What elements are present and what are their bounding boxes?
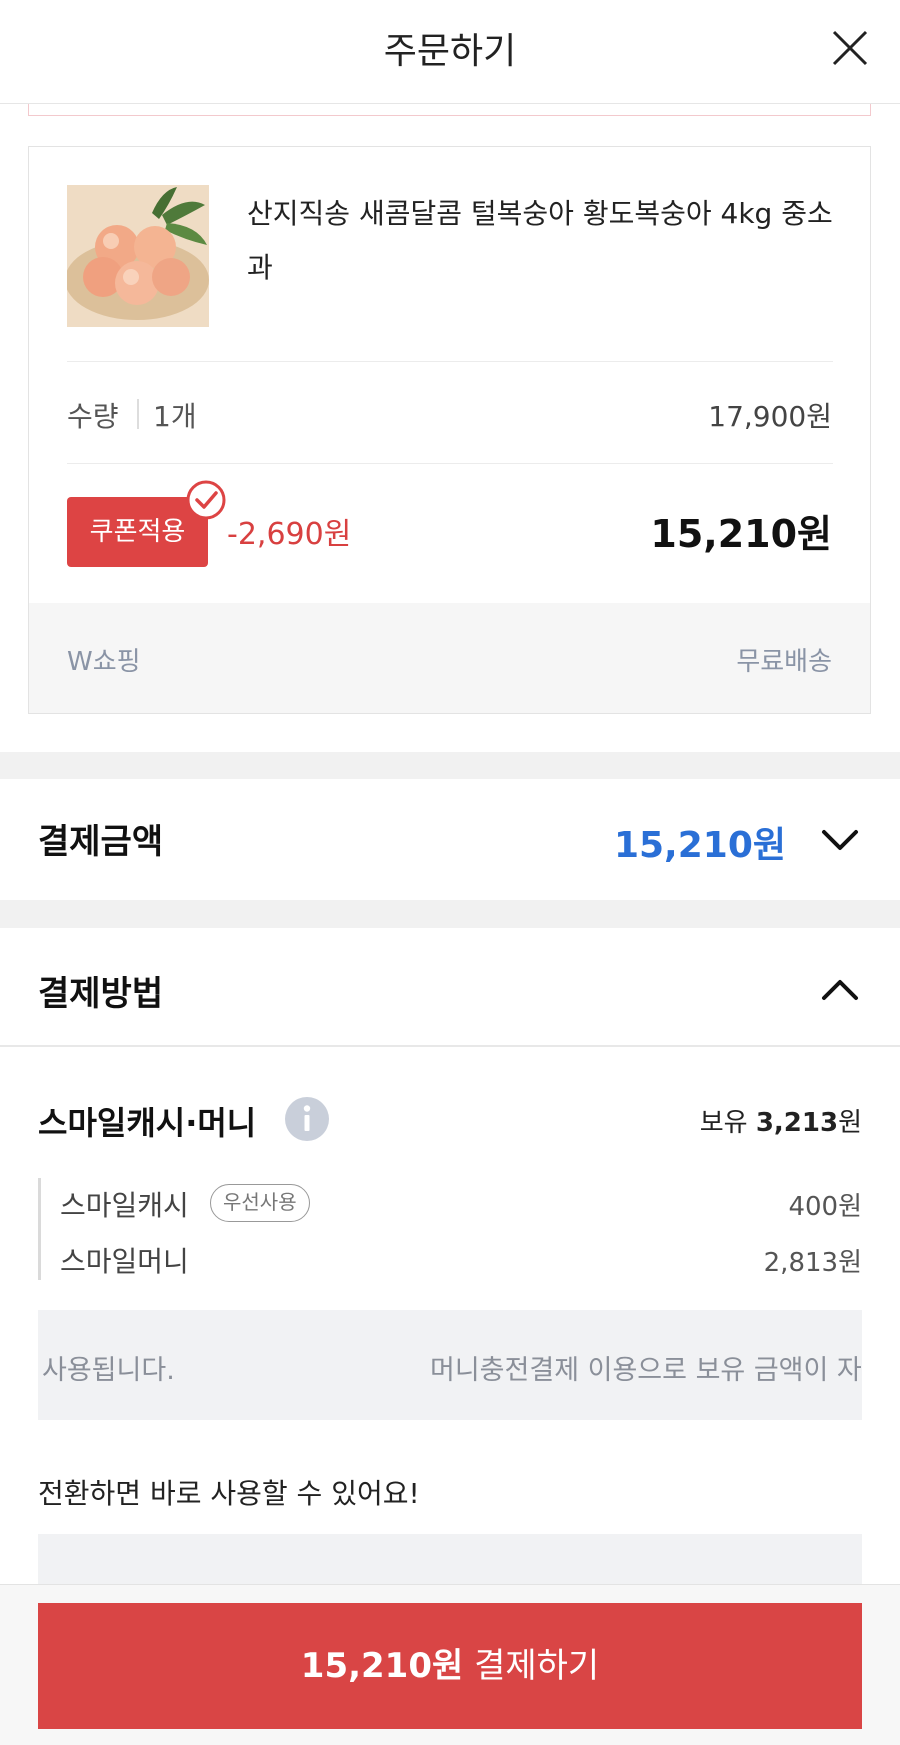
hold-prefix: 보유 — [699, 1108, 748, 1138]
peach-thumbnail[interactable] — [67, 185, 209, 327]
notice-text-left: 사용됩니다. — [42, 1355, 175, 1386]
quantity-label: 수량 — [67, 400, 119, 433]
convert-option-box[interactable] — [38, 1534, 862, 1584]
smile-cash-title: 스마일캐시·머니 — [38, 1104, 257, 1142]
final-price: 15,210원 — [650, 512, 832, 556]
section-gap — [0, 900, 900, 928]
hold-amount: 3,213 — [755, 1108, 839, 1138]
divider — [0, 1045, 900, 1047]
notice-marquee: 사용됩니다. 머니충전결제 이용으로 보유 금액이 자 — [38, 1310, 862, 1420]
smile-cash-value: 400원 — [788, 1192, 862, 1222]
sub-list-bar — [38, 1178, 41, 1280]
shipping-info: 무료배송 — [736, 647, 832, 677]
payment-method-label: 결제방법 — [38, 974, 164, 1014]
divider — [67, 361, 833, 362]
section-gap — [0, 752, 900, 779]
divider — [67, 463, 833, 464]
smile-money-label: 스마일머니 — [60, 1245, 189, 1278]
product-card: 산지직송 새콤달콤 털복숭아 황도복숭아 4kg 중소과 수량 1개 17,90… — [28, 146, 871, 714]
convert-message: 전환하면 바로 사용할 수 있어요! — [38, 1477, 420, 1510]
close-icon[interactable] — [828, 26, 872, 70]
priority-badge: 우선사용 — [210, 1184, 310, 1222]
smile-money-value: 2,813원 — [763, 1248, 862, 1278]
line-price: 17,900원 — [708, 400, 832, 433]
product-name[interactable]: 산지직송 새콤달콤 털복숭아 황도복숭아 4kg 중소과 — [247, 187, 857, 295]
check-circle-icon — [186, 480, 226, 520]
pay-button[interactable]: 15,210원 결제하기 — [38, 1603, 862, 1729]
peach-image-icon — [67, 185, 209, 327]
seller-name[interactable]: W쇼핑 — [67, 641, 141, 678]
seller-footer: W쇼핑 무료배송 — [29, 603, 870, 713]
pay-button-label: 결제하기 — [474, 1646, 600, 1686]
hold-unit: 원 — [838, 1108, 862, 1138]
header: 주문하기 — [0, 0, 900, 104]
quantity-separator — [137, 399, 139, 429]
discount-amount: -2,690원 — [227, 517, 352, 552]
quantity-value: 1개 — [153, 400, 197, 433]
pay-button-amount: 15,210원 — [300, 1646, 464, 1686]
hold-balance: 보유 3,213원 — [700, 1102, 862, 1139]
previous-card-edge — [28, 104, 871, 116]
notice-text-right: 머니충전결제 이용으로 보유 금액이 자 — [430, 1355, 862, 1386]
payment-total-amount: 15,210원 — [613, 825, 786, 866]
chevron-down-icon[interactable] — [818, 818, 862, 862]
bottom-bar: 15,210원 결제하기 — [0, 1584, 900, 1745]
smile-cash-label: 스마일캐시 — [60, 1189, 189, 1222]
info-icon[interactable] — [284, 1096, 330, 1142]
payment-total-label: 결제금액 — [38, 822, 164, 862]
page-title: 주문하기 — [383, 31, 517, 72]
chevron-up-icon[interactable] — [818, 968, 862, 1012]
